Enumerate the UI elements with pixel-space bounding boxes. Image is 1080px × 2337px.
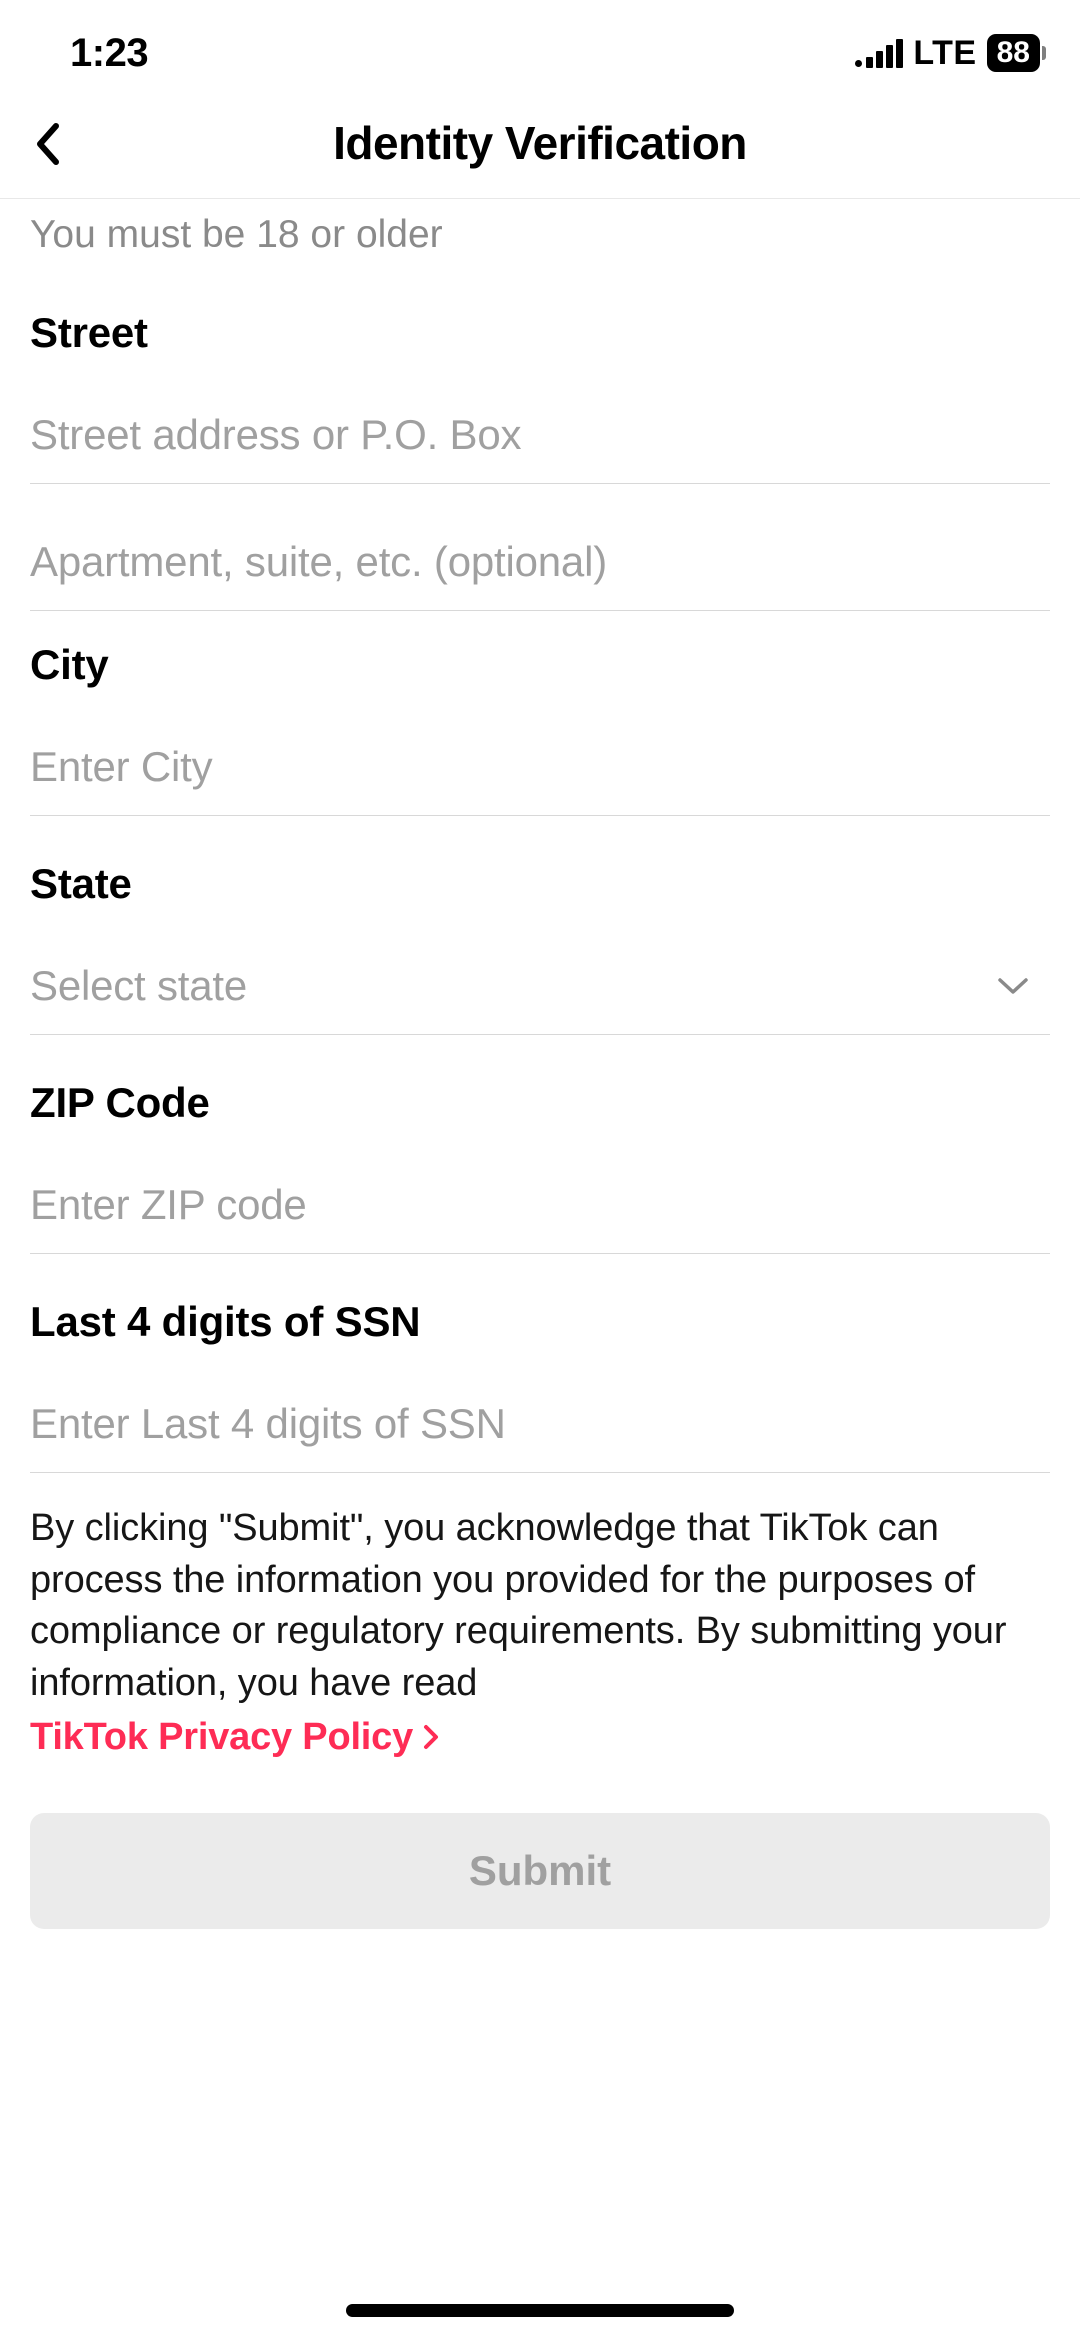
back-button[interactable] [22,119,72,169]
privacy-policy-label: TikTok Privacy Policy [30,1716,413,1759]
city-field-group: City Enter City [30,641,1050,816]
cellular-signal-icon [855,39,903,68]
ssn-input[interactable]: Enter Last 4 digits of SSN [30,1346,1050,1473]
header: Identity Verification [0,100,1080,199]
apartment-placeholder: Apartment, suite, etc. (optional) [30,538,1050,586]
zip-input[interactable]: Enter ZIP code [30,1127,1050,1254]
chevron-left-icon [34,122,60,166]
state-label: State [30,860,1050,908]
zip-label: ZIP Code [30,1079,1050,1127]
city-input[interactable]: Enter City [30,689,1050,816]
age-notice: You must be 18 or older [30,199,1050,309]
state-select[interactable]: Select state [30,908,1050,1035]
disclosure-text: By clicking "Submit", you acknowledge th… [30,1473,1050,1710]
status-time: 1:23 [70,31,148,76]
submit-button[interactable]: Submit [30,1813,1050,1929]
street-address-placeholder: Street address or P.O. Box [30,411,1050,459]
home-indicator[interactable] [346,2304,734,2317]
street-field-group: Street Street address or P.O. Box Apartm… [30,309,1050,611]
state-placeholder: Select state [30,962,247,1010]
ssn-label: Last 4 digits of SSN [30,1298,1050,1346]
zip-placeholder: Enter ZIP code [30,1181,1050,1229]
state-field-group: State Select state [30,860,1050,1035]
street-label: Street [30,309,1050,357]
page-title: Identity Verification [30,116,1050,170]
apartment-input[interactable]: Apartment, suite, etc. (optional) [30,484,1050,611]
battery-indicator: 88 [987,34,1040,72]
city-label: City [30,641,1050,689]
zip-field-group: ZIP Code Enter ZIP code [30,1079,1050,1254]
chevron-right-icon [423,1724,439,1750]
form-content: You must be 18 or older Street Street ad… [0,199,1080,1929]
privacy-policy-link[interactable]: TikTok Privacy Policy [30,1716,439,1759]
ssn-field-group: Last 4 digits of SSN Enter Last 4 digits… [30,1298,1050,1473]
network-type: LTE [913,34,976,73]
ssn-placeholder: Enter Last 4 digits of SSN [30,1400,1050,1448]
status-indicators: LTE 88 [855,34,1040,73]
chevron-down-icon [996,976,1030,996]
street-address-input[interactable]: Street address or P.O. Box [30,357,1050,484]
city-placeholder: Enter City [30,743,1050,791]
status-bar: 1:23 LTE 88 [0,0,1080,100]
